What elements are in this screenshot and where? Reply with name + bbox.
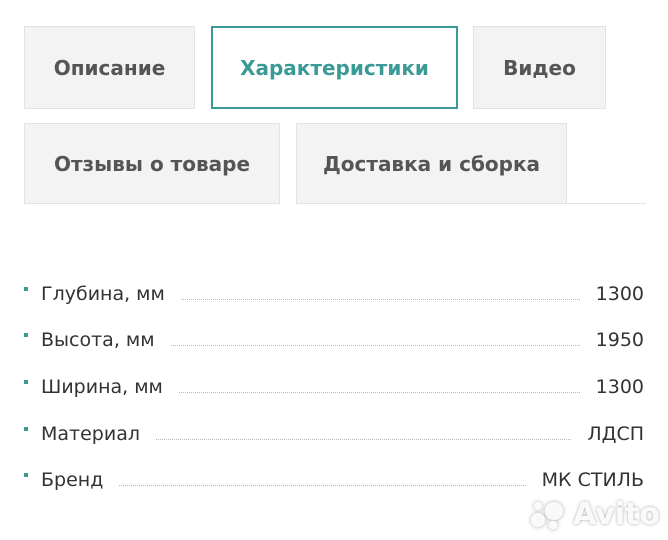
dotted-leader (178, 391, 580, 393)
tab-description-label: Описание (53, 55, 166, 80)
spec-row-depth: Глубина, мм 1300 (24, 279, 644, 309)
bullet-icon (24, 287, 28, 291)
tab-delivery-assembly[interactable]: Доставка и сборка (296, 123, 567, 204)
tab-reviews-label: Отзывы о товаре (53, 151, 251, 176)
tab-video-label: Видео (503, 55, 576, 80)
dotted-leader (156, 438, 572, 440)
spec-value: 1300 (595, 376, 644, 398)
dotted-leader (119, 484, 526, 486)
spec-value: МК СТИЛЬ (541, 469, 644, 491)
spec-label: Бренд (41, 469, 104, 491)
bullet-icon (24, 333, 28, 337)
spec-label: Ширина, мм (41, 376, 163, 398)
tab-specifications-label: Характеристики (240, 55, 429, 80)
tab-specifications[interactable]: Характеристики (211, 26, 458, 109)
spec-row-height: Высота, мм 1950 (24, 325, 644, 355)
spec-row-brand: Бренд МК СТИЛЬ (24, 465, 644, 495)
avito-watermark: Avito (529, 497, 660, 532)
spec-value: 1300 (595, 283, 644, 305)
spec-value: 1950 (595, 329, 644, 351)
spec-value: ЛДСП (587, 423, 644, 445)
spec-row-material: Материал ЛДСП (24, 419, 644, 449)
dotted-leader (170, 344, 580, 346)
tab-description[interactable]: Описание (24, 26, 195, 109)
tab-reviews[interactable]: Отзывы о товаре (24, 123, 280, 204)
tab-delivery-assembly-label: Доставка и сборка (322, 151, 541, 176)
spec-row-width: Ширина, мм 1300 (24, 372, 644, 402)
avito-logo-icon (531, 501, 564, 529)
product-info-panel: Описание Характеристики Видео Отзывы о т… (0, 0, 668, 540)
bullet-icon (24, 473, 28, 477)
bullet-icon (24, 427, 28, 431)
spec-label: Глубина, мм (41, 283, 165, 305)
spec-label: Материал (41, 423, 140, 445)
spec-label: Высота, мм (41, 329, 155, 351)
dotted-leader (180, 298, 580, 300)
tabs-divider (566, 203, 646, 204)
watermark-text: Avito (573, 497, 660, 532)
tab-video[interactable]: Видео (473, 26, 606, 109)
bullet-icon (24, 380, 28, 384)
